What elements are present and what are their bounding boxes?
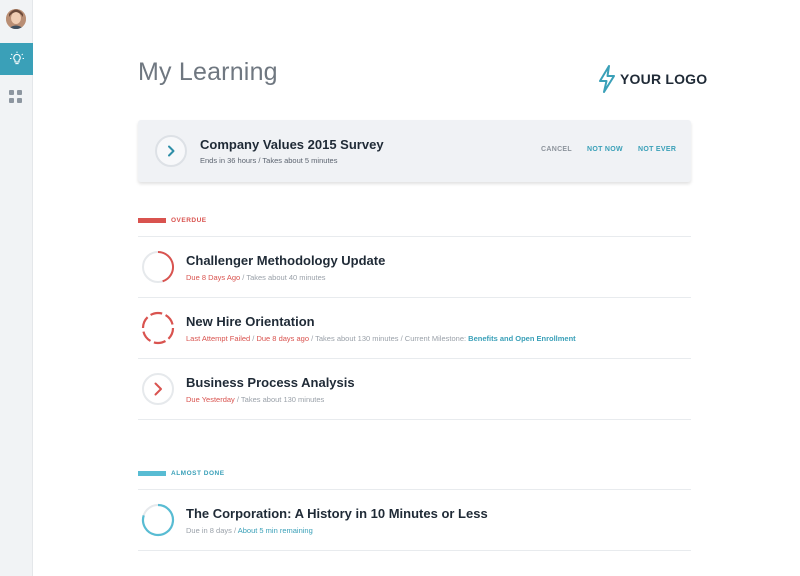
course-title[interactable]: The Corporation: A History in 10 Minutes…	[186, 506, 488, 521]
duration-text: Takes about 130 minutes	[315, 334, 399, 343]
lightning-bolt-icon	[599, 65, 615, 93]
course-meta: Last Attempt Failed / Due 8 days ago / T…	[186, 334, 576, 343]
course-meta: Due Yesterday / Takes about 130 minutes	[186, 395, 324, 404]
course-title[interactable]: Challenger Methodology Update	[186, 253, 385, 268]
remaining-text: About 5 min remaining	[237, 526, 313, 535]
progress-arc	[157, 251, 175, 283]
grid-icon[interactable]	[9, 90, 23, 104]
section-label-text: ALMOST DONE	[171, 469, 225, 477]
section-bar	[138, 470, 166, 476]
course-row[interactable]: Business Process Analysis Due Yesterday …	[138, 358, 691, 419]
course-row[interactable]: Challenger Methodology Update Due 8 Days…	[138, 236, 691, 297]
start-ring-icon	[142, 373, 174, 405]
logo-text: YOUR LOGO	[620, 71, 708, 87]
avatar-image	[6, 9, 26, 29]
due-text: Due in 8 days	[186, 526, 232, 535]
sidebar	[0, 0, 33, 576]
section-label-text: OVERDUE	[171, 216, 207, 224]
survey-title[interactable]: Company Values 2015 Survey	[200, 137, 384, 152]
not-ever-button[interactable]: NOT EVER	[638, 146, 676, 153]
survey-start-button[interactable]	[155, 135, 187, 167]
cancel-button[interactable]: CANCEL	[541, 146, 572, 153]
failed-text: Last Attempt Failed	[186, 334, 251, 343]
not-now-button[interactable]: NOT NOW	[587, 146, 623, 153]
avatar[interactable]	[6, 9, 26, 29]
survey-card: Company Values 2015 Survey Ends in 36 ho…	[138, 120, 691, 182]
progress-ring-icon	[142, 251, 175, 283]
chevron-right-icon	[168, 145, 175, 157]
course-row[interactable]: The Corporation: A History in 10 Minutes…	[138, 489, 691, 550]
progress-ring-icon	[141, 503, 175, 537]
section-label-overdue: OVERDUE	[138, 216, 207, 224]
due-text: Due 8 days ago	[256, 334, 310, 343]
failed-attempt-ring-icon	[141, 311, 175, 345]
milestone-label: Current Milestone:	[404, 334, 467, 343]
logo: YOUR LOGO	[598, 64, 707, 94]
divider	[138, 419, 691, 420]
course-title[interactable]: Business Process Analysis	[186, 375, 355, 390]
due-text: Due Yesterday	[186, 395, 235, 404]
milestone-link[interactable]: Benefits and Open Enrollment	[468, 334, 576, 343]
course-meta: Due 8 Days Ago / Takes about 40 minutes	[186, 273, 326, 282]
page-title: My Learning	[138, 58, 278, 86]
course-meta: Due in 8 days / About 5 min remaining	[186, 526, 313, 535]
course-title[interactable]: New Hire Orientation	[186, 314, 315, 329]
survey-subtitle: Ends in 36 hours / Takes about 5 minutes	[200, 156, 338, 165]
course-row[interactable]: New Hire Orientation Last Attempt Failed…	[138, 297, 691, 358]
divider	[138, 550, 691, 551]
section-bar	[138, 217, 166, 223]
nav-learning[interactable]	[0, 43, 33, 75]
duration-text: Takes about 130 minutes	[240, 395, 325, 404]
lightbulb-icon	[9, 51, 24, 65]
duration-text: Takes about 40 minutes	[246, 273, 326, 282]
due-text: Due 8 Days Ago	[186, 273, 241, 282]
section-label-almost-done: ALMOST DONE	[138, 469, 225, 477]
